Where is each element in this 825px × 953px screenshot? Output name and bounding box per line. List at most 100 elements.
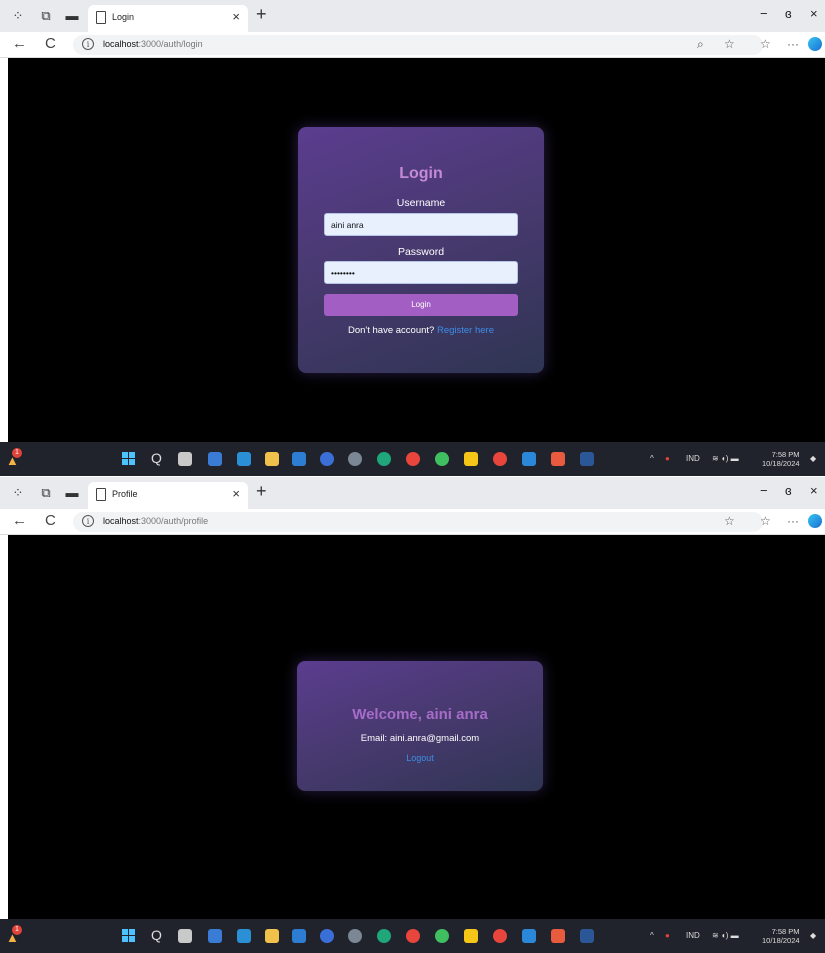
xampp-icon[interactable]	[551, 929, 565, 943]
tab-title: Login	[112, 12, 135, 22]
more-icon[interactable]: ···	[787, 37, 799, 51]
chrome-icon[interactable]	[406, 452, 420, 466]
favorites-bar-icon[interactable]: ☆	[760, 514, 771, 528]
back-icon[interactable]: ←	[12, 35, 27, 52]
widgets-icon[interactable]: ▲ 1	[4, 925, 24, 945]
network-sound-battery-icon[interactable]: ≋ ◖) ▬	[712, 454, 739, 463]
address-bar: ← C i localhost:3000/auth/login ⌕ ☆ ☆ ··…	[0, 32, 825, 58]
minimize-icon[interactable]: −	[760, 6, 768, 21]
new-tab-icon[interactable]: +	[256, 4, 267, 25]
copilot-icon[interactable]	[808, 514, 822, 528]
widgets-icon[interactable]: ▲ 1	[4, 448, 24, 468]
app-icon-2[interactable]	[348, 452, 362, 466]
notifications-icon[interactable]: ◆	[810, 931, 816, 940]
search-icon[interactable]: Q	[151, 927, 165, 943]
favorite-star-icon[interactable]: ☆	[724, 37, 735, 51]
minimize-icon[interactable]: −	[760, 483, 768, 498]
file-explorer-icon[interactable]	[265, 452, 279, 466]
more-icon[interactable]: ···	[787, 514, 799, 528]
clock[interactable]: 7:58 PM 10/18/2024	[762, 450, 800, 468]
copilot-icon[interactable]	[808, 37, 822, 51]
username-input[interactable]: aini anra	[324, 213, 518, 236]
password-input[interactable]: ••••••••	[324, 261, 518, 284]
language-indicator[interactable]: IND	[686, 931, 700, 940]
vscode-icon[interactable]	[522, 929, 536, 943]
tray-chevron-icon[interactable]: ^	[650, 931, 654, 940]
back-icon[interactable]: ←	[12, 512, 27, 529]
xampp-icon[interactable]	[551, 452, 565, 466]
search-icon[interactable]: Q	[151, 450, 165, 466]
whatsapp-icon[interactable]	[435, 452, 449, 466]
tab-bar: ⁘ ⧉ ▬ Profile × + − ɞ ×	[0, 477, 825, 509]
favorite-star-icon[interactable]: ☆	[724, 514, 735, 528]
edge-icon[interactable]	[377, 929, 391, 943]
app-icon[interactable]	[320, 452, 334, 466]
tab-login[interactable]: Login ×	[88, 5, 248, 32]
start-icon[interactable]	[122, 929, 136, 943]
register-link[interactable]: Register here	[437, 325, 494, 336]
workspaces-icon[interactable]: ⁘	[10, 8, 26, 24]
url-text: localhost:3000/auth/login	[103, 39, 203, 49]
tab-close-icon[interactable]: ×	[232, 9, 240, 24]
task-view-icon[interactable]	[178, 929, 192, 943]
site-info-icon[interactable]: i	[82, 515, 94, 527]
copilot-taskbar-icon[interactable]	[208, 452, 222, 466]
tab-actions-icon[interactable]: ▬	[64, 485, 80, 501]
clock[interactable]: 7:58 PM 10/18/2024	[762, 927, 800, 945]
search-page-icon[interactable]: ⌕	[697, 37, 704, 52]
restore-icon[interactable]: ɞ	[785, 483, 792, 498]
whatsapp-icon[interactable]	[435, 929, 449, 943]
reload-icon[interactable]: C	[45, 512, 56, 529]
vscode-icon[interactable]	[522, 452, 536, 466]
tab-close-icon[interactable]: ×	[232, 486, 240, 501]
reload-icon[interactable]: C	[45, 35, 56, 52]
collections-icon[interactable]: ⧉	[38, 8, 54, 24]
login-button[interactable]: Login	[324, 294, 518, 316]
sticky-notes-icon[interactable]	[464, 452, 478, 466]
tab-bar: ⁘ ⧉ ▬ Login × + − ɞ ×	[0, 0, 825, 32]
sticky-notes-icon[interactable]	[464, 929, 478, 943]
chrome-icon[interactable]	[406, 929, 420, 943]
edge-icon[interactable]	[377, 452, 391, 466]
logout-link[interactable]: Logout	[297, 753, 543, 763]
mail-icon[interactable]	[237, 452, 251, 466]
start-icon[interactable]	[122, 452, 136, 466]
chrome-profile-icon[interactable]	[493, 452, 507, 466]
language-indicator[interactable]: IND	[686, 454, 700, 463]
word-icon[interactable]	[580, 929, 594, 943]
task-view-icon[interactable]	[178, 452, 192, 466]
notification-badge: 1	[12, 925, 22, 935]
tray-app-icon[interactable]: ●	[665, 931, 670, 940]
store-icon[interactable]	[292, 929, 306, 943]
login-heading: Login	[399, 165, 443, 182]
network-sound-battery-icon[interactable]: ≋ ◖) ▬	[712, 931, 739, 940]
site-info-icon[interactable]: i	[82, 38, 94, 50]
workspaces-icon[interactable]: ⁘	[10, 485, 26, 501]
notifications-icon[interactable]: ◆	[810, 454, 816, 463]
username-label: Username	[396, 197, 446, 209]
url-field[interactable]: i localhost:3000/auth/login	[73, 35, 763, 55]
app-icon[interactable]	[320, 929, 334, 943]
mail-icon[interactable]	[237, 929, 251, 943]
taskbar: ▲ 1 Q ^ ● IND ≋ ◖) ▬ 7:58 PM 10/18/2024 ◆	[0, 442, 825, 476]
store-icon[interactable]	[292, 452, 306, 466]
tab-title: Profile	[112, 489, 138, 499]
close-window-icon[interactable]: ×	[810, 6, 818, 21]
collections-icon[interactable]: ⧉	[38, 485, 54, 501]
favorites-bar-icon[interactable]: ☆	[760, 37, 771, 51]
close-window-icon[interactable]: ×	[810, 483, 818, 498]
screenshot-profile: ⁘ ⧉ ▬ Profile × + − ɞ × ← C i localhost:…	[0, 477, 825, 953]
tab-profile[interactable]: Profile ×	[88, 482, 248, 509]
restore-icon[interactable]: ɞ	[785, 6, 792, 21]
url-field[interactable]: i localhost:3000/auth/profile	[73, 512, 763, 532]
app-icon-2[interactable]	[348, 929, 362, 943]
file-explorer-icon[interactable]	[265, 929, 279, 943]
new-tab-icon[interactable]: +	[256, 481, 267, 502]
tray-app-icon[interactable]: ●	[665, 454, 670, 463]
tray-chevron-icon[interactable]: ^	[650, 454, 654, 463]
chrome-profile-icon[interactable]	[493, 929, 507, 943]
word-icon[interactable]	[580, 452, 594, 466]
copilot-taskbar-icon[interactable]	[208, 929, 222, 943]
password-label: Password	[397, 246, 445, 258]
tab-actions-icon[interactable]: ▬	[64, 8, 80, 24]
